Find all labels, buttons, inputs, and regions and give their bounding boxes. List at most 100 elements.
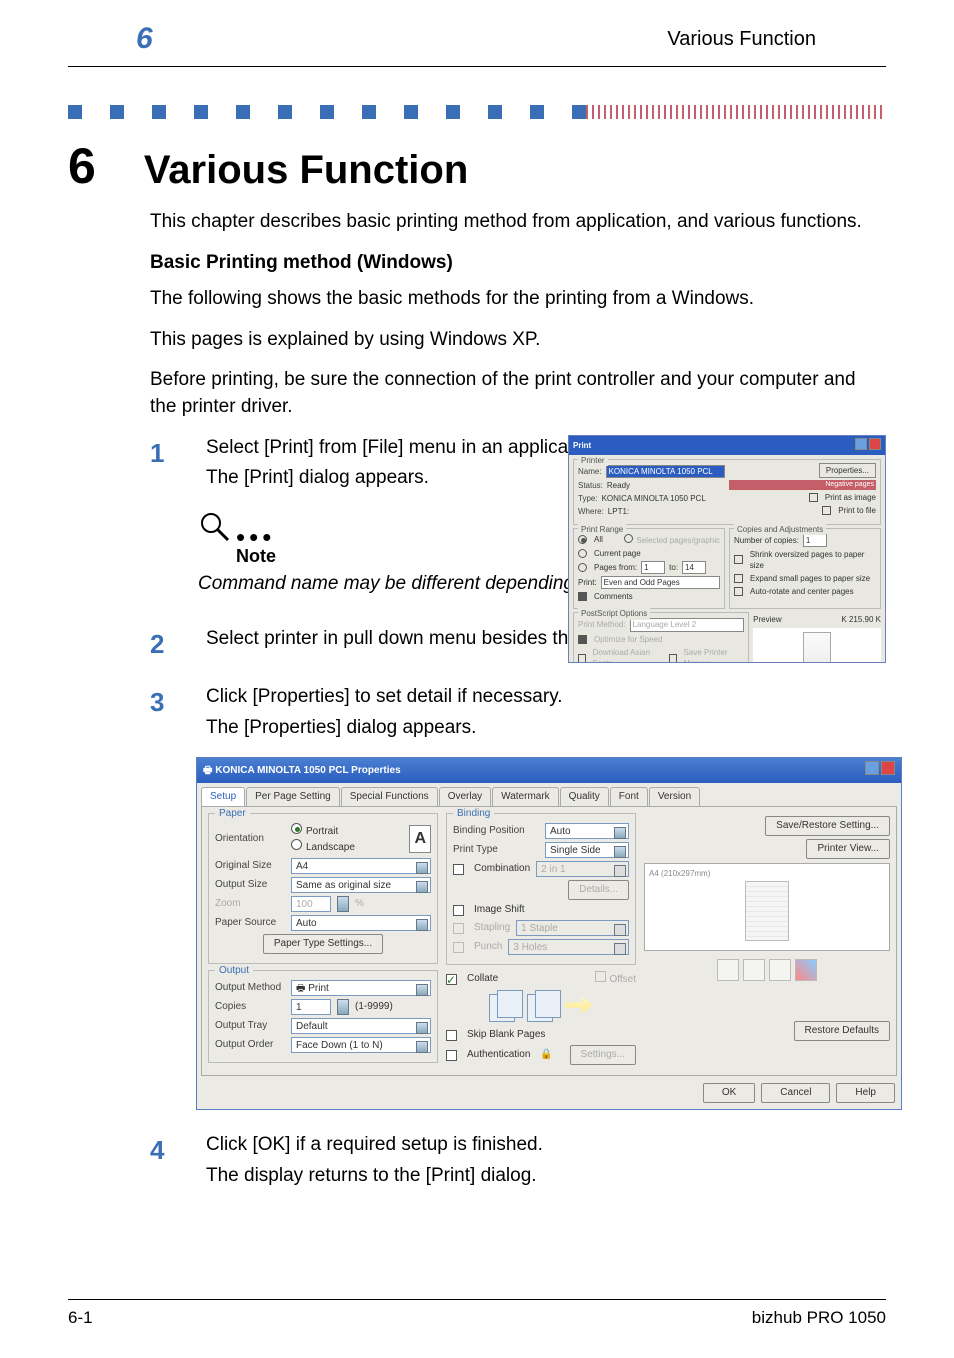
props-cancel-button[interactable]: Cancel (761, 1083, 830, 1103)
finishing-icon-4 (795, 959, 817, 981)
footer-page-number: 6-1 (68, 1308, 93, 1328)
print-to-file-checkbox[interactable] (822, 506, 831, 515)
dl-asian-checkbox[interactable] (578, 654, 586, 663)
print-odd-even-select[interactable]: Even and Odd Pages (601, 576, 720, 589)
type-label: Type: (578, 493, 598, 504)
print-dialog-title: Print (573, 440, 591, 451)
opt-speed-checkbox[interactable] (578, 635, 587, 644)
tab-overlay[interactable]: Overlay (439, 787, 491, 806)
range-pages-radio[interactable] (578, 563, 587, 572)
details-button[interactable]: Details... (568, 880, 629, 900)
output-tray-select[interactable]: Default (291, 1018, 431, 1034)
output-method-select[interactable]: 🖶 Print (291, 980, 431, 996)
properties-button[interactable]: Properties... (819, 463, 876, 478)
props-help-button[interactable]: Help (836, 1083, 895, 1103)
paper-dim: (210x297mm) (661, 869, 710, 878)
comments-checkbox[interactable] (578, 592, 587, 601)
combination-select[interactable]: 2 in 1 (536, 861, 629, 877)
pages-to-field[interactable]: 14 (682, 561, 706, 574)
tab-version[interactable]: Version (649, 787, 700, 806)
restore-defaults-button[interactable]: Restore Defaults (794, 1021, 890, 1041)
sel-pages-label: Selected pages/graphic (636, 536, 720, 545)
autorotate-checkbox[interactable] (734, 587, 743, 596)
zoom-unit: % (355, 897, 364, 911)
tab-watermark[interactable]: Watermark (492, 787, 559, 806)
tab-quality[interactable]: Quality (560, 787, 609, 806)
tab-setup[interactable]: Setup (201, 787, 245, 806)
stapling-checkbox[interactable] (453, 923, 464, 934)
skip-blank-checkbox[interactable] (446, 1030, 457, 1041)
paper-source-select[interactable]: Auto (291, 915, 431, 931)
printer-view-button[interactable]: Printer View... (806, 839, 890, 859)
printer-name-field[interactable]: KONICA MINOLTA 1050 PCL (606, 465, 725, 478)
save-mem-checkbox[interactable] (669, 654, 677, 663)
tab-special-functions[interactable]: Special Functions (341, 787, 438, 806)
zoom-spinner[interactable] (337, 896, 349, 912)
punch-checkbox[interactable] (453, 942, 464, 953)
authentication-label: Authentication (467, 1048, 530, 1062)
collate-checkbox[interactable] (446, 974, 457, 985)
combination-checkbox[interactable] (453, 864, 464, 875)
print-as-image-label: Print as image (825, 492, 876, 503)
printer-icon: 🖶 (296, 983, 305, 994)
output-size-select[interactable]: Same as original size (291, 877, 431, 893)
num-copies-field[interactable]: 1 (803, 534, 827, 547)
landscape-radio[interactable] (291, 839, 302, 850)
paper-code: A4 (649, 869, 659, 878)
offset-checkbox[interactable] (595, 971, 606, 982)
shrink-checkbox[interactable] (734, 555, 743, 564)
step-1-number: 1 (150, 435, 174, 471)
original-size-select[interactable]: A4 (291, 858, 431, 874)
tab-per-page-setting[interactable]: Per Page Setting (246, 787, 340, 806)
output-order-select[interactable]: Face Down (1 to N) (291, 1037, 431, 1053)
output-group-label: Output (215, 964, 253, 978)
copies-field[interactable]: 1 (291, 999, 331, 1015)
paper-type-settings-button[interactable]: Paper Type Settings... (263, 934, 383, 954)
image-shift-label: Image Shift (474, 903, 525, 917)
print-method-select[interactable]: Language Level 2 (630, 618, 745, 631)
range-current-radio[interactable] (578, 549, 587, 558)
printer-icon: 🖶 (203, 765, 212, 776)
save-restore-setting-button[interactable]: Save/Restore Setting... (765, 816, 890, 836)
collate-illustration (446, 990, 636, 1020)
expand-checkbox[interactable] (734, 574, 743, 583)
print-as-image-checkbox[interactable] (809, 493, 818, 502)
name-label: Name: (578, 466, 602, 477)
print-range-group-label: Print Range (578, 524, 626, 535)
authentication-checkbox[interactable] (446, 1050, 457, 1061)
props-ok-button[interactable]: OK (703, 1083, 755, 1103)
opt-speed-label: Optimize for Speed (594, 634, 662, 645)
step-4-subtext: The display returns to the [Print] dialo… (206, 1163, 884, 1190)
auth-settings-button[interactable]: Settings... (570, 1045, 636, 1065)
copies-spinner[interactable] (337, 999, 349, 1015)
print-type-label: Print Type (453, 843, 539, 857)
pages-from-field[interactable]: 1 (641, 561, 665, 574)
print-type-select[interactable]: Single Side (545, 842, 629, 858)
portrait-radio[interactable] (291, 823, 302, 834)
print-preview-thumbnail (753, 628, 881, 663)
chapter-title: Various Function (144, 148, 468, 193)
combination-label: Combination (474, 862, 530, 876)
shrink-label: Shrink oversized pages to paper size (750, 549, 876, 571)
decorative-stripe (68, 105, 886, 119)
binding-position-select[interactable]: Auto (545, 823, 629, 839)
sel-pages-radio[interactable] (624, 534, 633, 543)
basic-printing-line3: Before printing, be sure the connection … (150, 367, 884, 420)
image-shift-checkbox[interactable] (453, 905, 464, 916)
chapter-intro: This chapter describes basic printing me… (150, 209, 884, 236)
zoom-field[interactable]: 100 (291, 896, 331, 912)
postscript-group-label: PostScript Options (578, 608, 650, 619)
collate-label: Collate (467, 972, 498, 986)
note-dots-icon: ••• (236, 532, 275, 542)
paper-preview: A4 (210x297mm) (644, 863, 890, 951)
punch-select[interactable]: 3 Holes (508, 939, 629, 955)
window-buttons (863, 761, 895, 780)
tab-font[interactable]: Font (610, 787, 648, 806)
autorotate-label: Auto-rotate and center pages (750, 586, 854, 597)
footer-product-name: bizhub PRO 1050 (752, 1308, 886, 1328)
header-chapter-number: 6 (136, 22, 153, 56)
stapling-select[interactable]: 1 Staple (516, 920, 629, 936)
step-3-subtext: The [Properties] dialog appears. (206, 715, 884, 742)
output-method-label: Output Method (215, 981, 285, 995)
range-all-radio[interactable] (578, 535, 587, 544)
